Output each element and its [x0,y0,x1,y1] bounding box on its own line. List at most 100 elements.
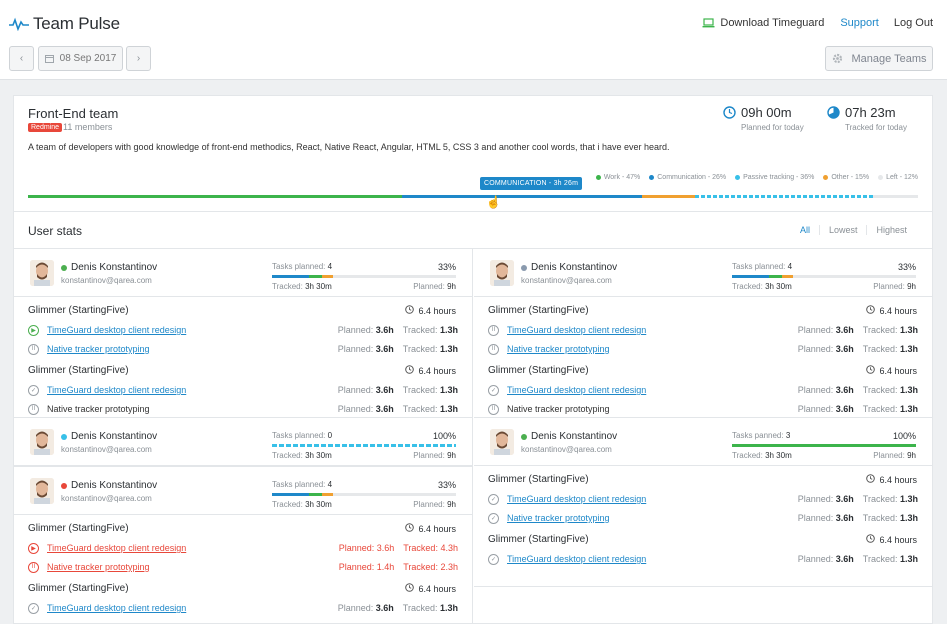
task-planned: Planned: 3.6h [798,325,854,335]
tasks-planned: Tasks planned: 4 [272,480,332,490]
avatar[interactable] [30,478,54,504]
user-name-text[interactable]: Denis Konstantinov [71,431,157,442]
task-name[interactable]: Native tracker prototyping [507,344,798,354]
task-planned-value: 3.6h [376,543,395,553]
check-icon[interactable]: ✓ [28,602,39,614]
pause-icon[interactable]: II [28,343,39,355]
project-title: Glimmer (StartingFive) [488,534,589,545]
tasks-planned-value: 4 [327,480,333,489]
user-name: Denis Konstantinov [521,262,617,273]
user-card: Denis Konstantinov konstantinov@qarea.com… [14,467,472,624]
pause-icon[interactable]: II [488,343,499,355]
task-name[interactable]: TimeGuard desktop client redesign [47,603,338,613]
check-icon[interactable]: ✓ [488,384,499,396]
task-row: ✓ TimeGuard desktop client redesign Planne… [28,601,458,615]
download-link[interactable]: Download Timeguard [702,17,824,29]
user-email: konstantinov@qarea.com [61,276,152,285]
avatar[interactable] [490,260,514,286]
status-dot [61,482,67,489]
filter-lowest[interactable]: Lowest [818,225,867,235]
task-name[interactable]: TimeGuard desktop client redesign [47,385,338,395]
check-icon[interactable]: ✓ [488,512,499,524]
project-hours-value: 6.4 hours [879,534,917,545]
task-tracked: Tracked: 1.3h [863,385,918,395]
pause-icon[interactable]: II [488,403,499,415]
tasks-planned-row: Tasks planned: 4 33% [732,262,916,272]
avatar[interactable] [30,260,54,286]
manage-teams-label: Manage Teams [851,52,927,65]
project-hours: 6.4 hours [866,305,917,316]
task-times: Planned: 3.6h Tracked: 1.3h [338,603,458,613]
app-logo[interactable]: Team Pulse [9,14,120,34]
user-name-text[interactable]: Denis Konstantinov [71,262,157,273]
clock-icon [723,106,736,119]
user-name-text[interactable]: Denis Konstantinov [71,480,157,491]
tasks-planned-row: Tasks panned: 3 100% [732,431,916,441]
avatar[interactable] [30,429,54,455]
avatar[interactable] [490,429,514,455]
legend-label: Work - 47% [603,174,641,181]
manage-teams-button[interactable]: Manage Teams [825,46,933,71]
user-email: konstantinov@qarea.com [521,276,612,285]
task-planned-value: 3.6h [835,325,854,335]
task-planned: Planned: 3.6h [798,554,854,564]
filter-all[interactable]: All [791,225,819,235]
task-row: ✓ TimeGuard desktop client redesign Planne… [488,383,918,397]
task-tracked-label: Tracked: [862,404,898,414]
check-icon[interactable]: ✓ [488,553,499,565]
filter-highest[interactable]: Highest [866,225,916,235]
legend-item: Work - 47% [595,174,641,181]
planned-label: Planned for today [741,123,804,132]
user-name-text[interactable]: Denis Konstantinov [531,262,617,273]
user-email: konstantinov@qarea.com [61,494,152,503]
activity-segment-work[interactable] [28,195,402,198]
user-progress-bar [272,275,456,278]
project-hours-value: 6.4 hours [418,305,456,316]
task-name[interactable]: TimeGuard desktop client redesign [47,543,339,553]
check-icon[interactable]: ✓ [28,384,39,396]
play-icon[interactable]: ▶ [28,324,39,336]
task-tracked-value: 1.3h [899,344,918,354]
task-name[interactable]: TimeGuard desktop client redesign [507,494,798,504]
check-icon[interactable]: ✓ [488,493,499,505]
prev-date-button[interactable]: ‹ [9,46,34,71]
task-planned-label: Planned: [338,562,375,572]
activity-segment-passive[interactable] [695,195,874,198]
task-tracked-value: 1.3h [439,404,458,414]
activity-segment-communication[interactable] [401,195,643,198]
logout-link[interactable]: Log Out [894,17,933,29]
activity-segment-left[interactable] [873,195,918,198]
support-link[interactable]: Support [840,17,879,29]
next-date-button[interactable]: › [126,46,151,71]
task-planned: Planned: 3.6h [338,603,394,613]
task-name[interactable]: TimeGuard desktop client redesign [47,325,338,335]
pause-icon[interactable]: II [488,324,499,336]
activity-bar[interactable] [28,195,918,198]
task-name[interactable]: Native tracker prototyping [507,513,798,523]
project-title: Glimmer (StartingFive) [28,305,129,316]
play-icon[interactable]: ▶ [28,542,39,554]
user-name-text[interactable]: Denis Konstantinov [531,431,617,442]
pause-icon[interactable]: II [28,403,39,415]
tracked-planned-row: Tracked: 3h 30m Planned: 9h [272,282,456,291]
task-name[interactable]: TimeGuard desktop client redesign [507,554,798,564]
pause-icon[interactable]: II [28,561,39,573]
task-planned-label: Planned: [797,385,834,395]
date-picker-button[interactable]: 08 Sep 2017 [38,46,123,71]
task-planned-label: Planned: [797,494,834,504]
task-tracked: Tracked: 1.3h [403,344,458,354]
task-name[interactable]: Native tracker prototyping [47,344,338,354]
task-times: Planned: 3.6h Tracked: 1.3h [798,325,918,335]
user-stats-panel: User stats All Lowest Highest Denis Kons… [13,212,933,624]
task-planned-label: Planned: [797,513,834,523]
download-label: Download Timeguard [720,17,825,29]
status-dot [521,264,527,271]
legend-label: Left - 12% [886,174,918,181]
task-name[interactable]: Native tracker prototyping [47,562,339,572]
user-stats-box: Tasks panned: 3 100% Tracked: 3h 30m Planne… [732,431,916,460]
planned-time: Planned: 9h [413,451,456,460]
task-name[interactable]: TimeGuard desktop client redesign [507,325,798,335]
activity-segment-other[interactable] [642,195,696,198]
task-name[interactable]: TimeGuard desktop client redesign [507,385,798,395]
task-planned: Planned: 3.6h [338,344,394,354]
